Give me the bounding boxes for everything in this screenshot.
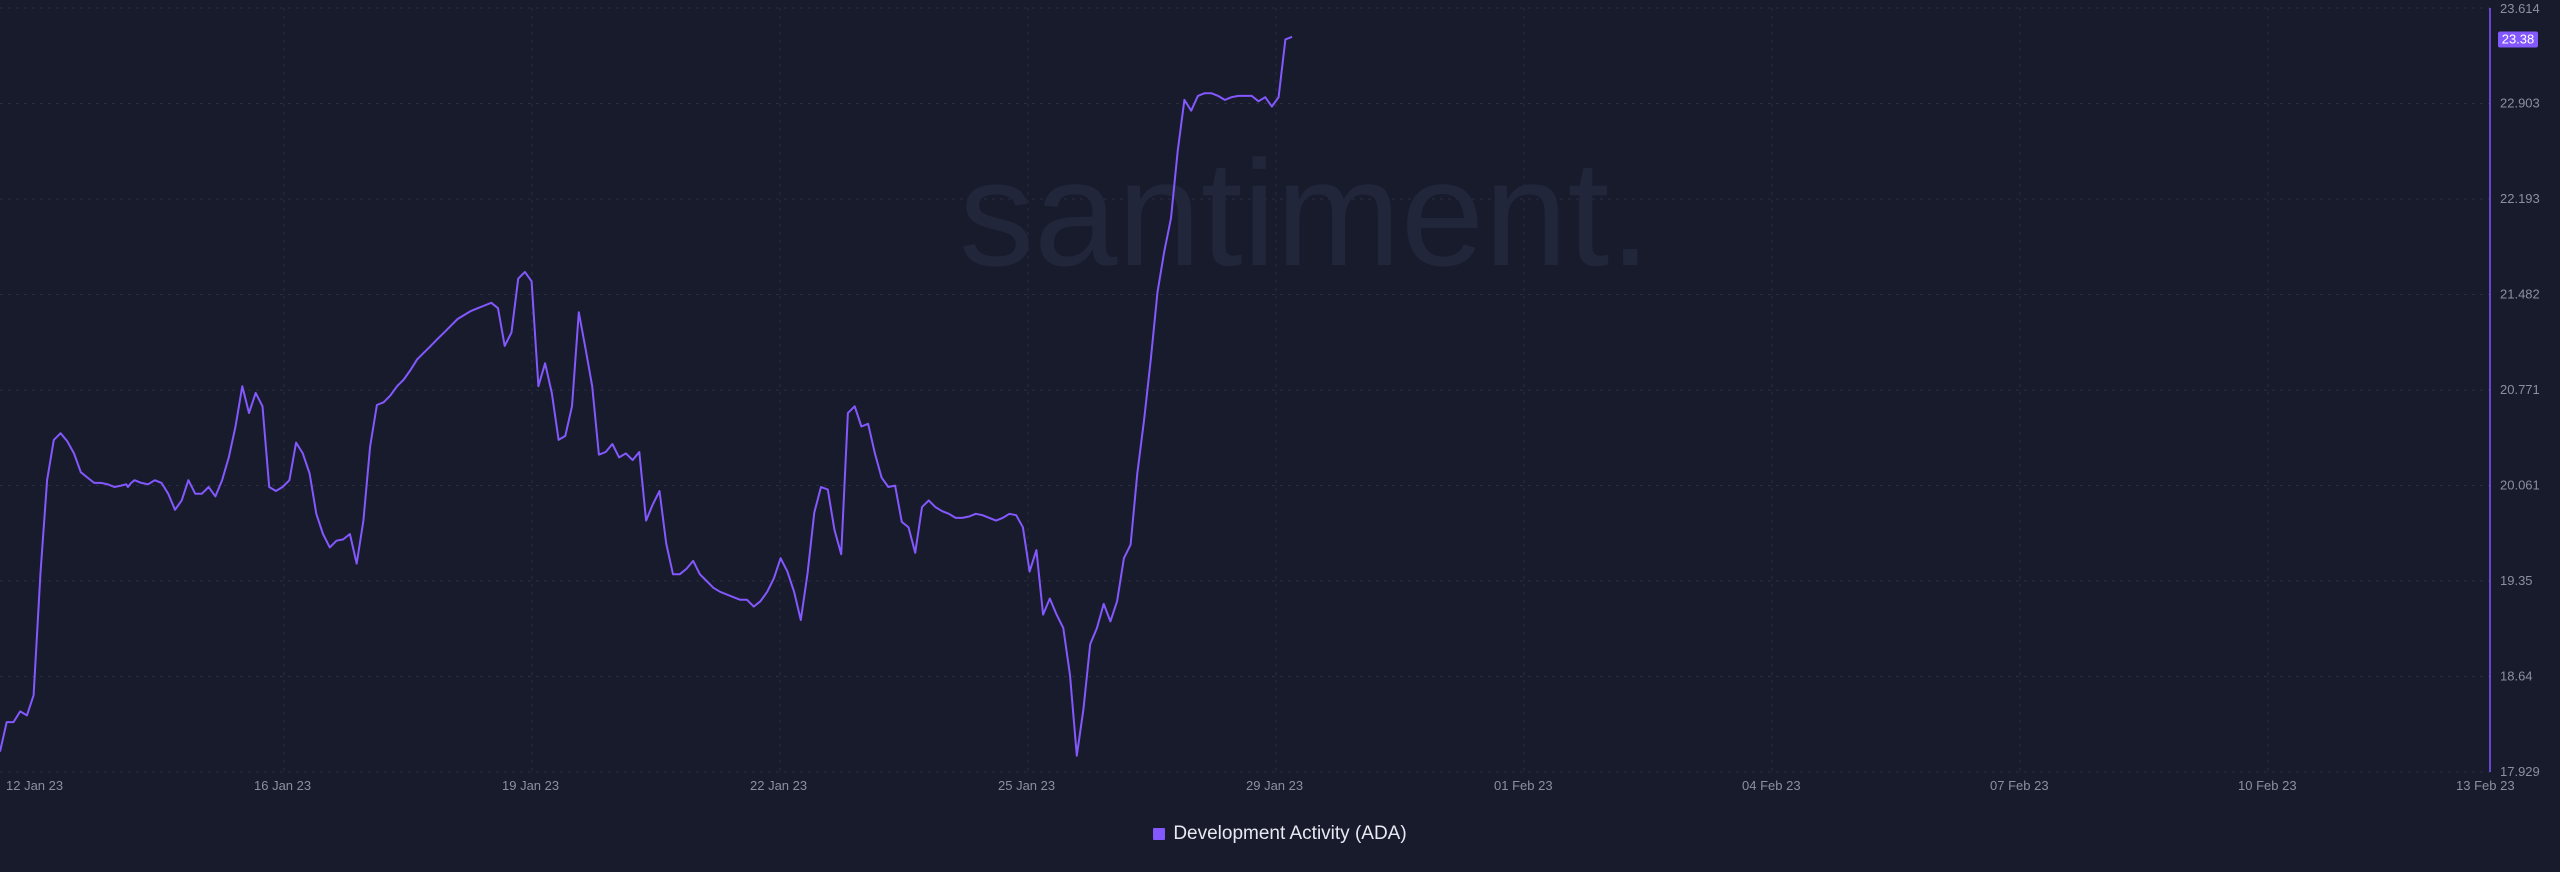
x-tick-label: 29 Jan 23 bbox=[1246, 778, 1303, 793]
current-value-marker: 23.38 bbox=[2498, 31, 2538, 48]
line-chart: santiment. 17.929 18.64 19.35 20.061 20.771 2… bbox=[0, 1, 2540, 793]
x-tick-label: 13 Feb 23 bbox=[2456, 778, 2515, 793]
y-tick-label: 21.482 bbox=[2500, 287, 2540, 302]
y-tick-label: 17.929 bbox=[2500, 764, 2540, 779]
x-tick-label: 25 Jan 23 bbox=[998, 778, 1055, 793]
x-tick-label: 19 Jan 23 bbox=[502, 778, 559, 793]
watermark-text: santiment. bbox=[959, 129, 1651, 297]
x-tick-label: 04 Feb 23 bbox=[1742, 778, 1801, 793]
legend[interactable]: Development Activity (ADA) bbox=[0, 822, 2560, 846]
x-tick-label: 10 Feb 23 bbox=[2238, 778, 2297, 793]
x-tick-label: 07 Feb 23 bbox=[1990, 778, 2049, 793]
current-value-label: 23.38 bbox=[2502, 31, 2535, 46]
y-tick-label: 23.614 bbox=[2500, 1, 2540, 16]
x-tick-label: 16 Jan 23 bbox=[254, 778, 311, 793]
y-tick-label: 22.903 bbox=[2500, 96, 2540, 111]
chart-area: santiment. 17.929 18.64 19.35 20.061 20.771 2… bbox=[0, 0, 2560, 867]
x-axis: 12 Jan 23 16 Jan 23 19 Jan 23 22 Jan 23 25 J… bbox=[6, 778, 2515, 793]
grid-lines bbox=[0, 7, 2490, 773]
x-tick-label: 22 Jan 23 bbox=[750, 778, 807, 793]
y-tick-label: 19.35 bbox=[2500, 573, 2533, 588]
y-tick-label: 22.193 bbox=[2500, 191, 2540, 206]
y-tick-label: 20.061 bbox=[2500, 477, 2540, 492]
legend-swatch bbox=[1153, 828, 1166, 840]
y-tick-label: 18.64 bbox=[2500, 668, 2533, 683]
legend-label[interactable]: Development Activity (ADA) bbox=[1173, 823, 1406, 845]
x-tick-label: 12 Jan 23 bbox=[6, 778, 63, 793]
x-tick-label: 01 Feb 23 bbox=[1494, 778, 1553, 793]
y-tick-label: 20.771 bbox=[2500, 382, 2540, 397]
y-axis: 17.929 18.64 19.35 20.061 20.771 21.482 22.193… bbox=[2489, 1, 2540, 779]
